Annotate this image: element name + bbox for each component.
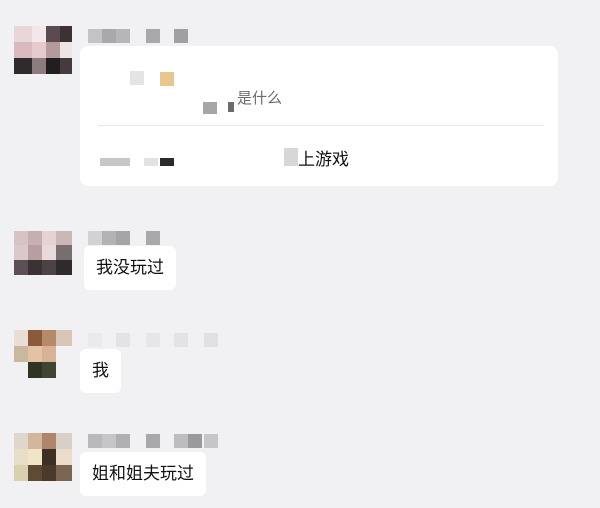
sender-name [88, 231, 168, 245]
quote-reply-card[interactable]: 是什么 上游戏 [80, 46, 558, 186]
sender-name [88, 434, 218, 448]
message-bubble[interactable]: 我没玩过 [84, 246, 176, 290]
message-bubble[interactable]: 我 [80, 349, 121, 393]
avatar[interactable] [14, 26, 72, 74]
blurred-region [284, 148, 298, 166]
blurred-region [100, 158, 130, 166]
blurred-region [160, 158, 174, 166]
blurred-region [130, 71, 144, 85]
message-text: 我没玩过 [96, 258, 164, 278]
message-bubble[interactable]: 姐和姐夫玩过 [80, 452, 206, 496]
message-text: 姐和姐夫玩过 [92, 464, 194, 484]
quoted-question: 是什么 [237, 89, 283, 107]
blurred-region [144, 158, 158, 166]
blurred-region [160, 72, 174, 86]
reply-text: 上游戏 [298, 150, 349, 170]
blurred-region [228, 102, 234, 112]
avatar[interactable] [14, 231, 72, 275]
blurred-region [203, 102, 217, 114]
sender-name [88, 29, 198, 43]
message-text: 我 [92, 361, 109, 381]
avatar[interactable] [14, 433, 72, 481]
avatar[interactable] [14, 330, 72, 378]
divider [98, 125, 544, 126]
sender-name [88, 333, 218, 347]
